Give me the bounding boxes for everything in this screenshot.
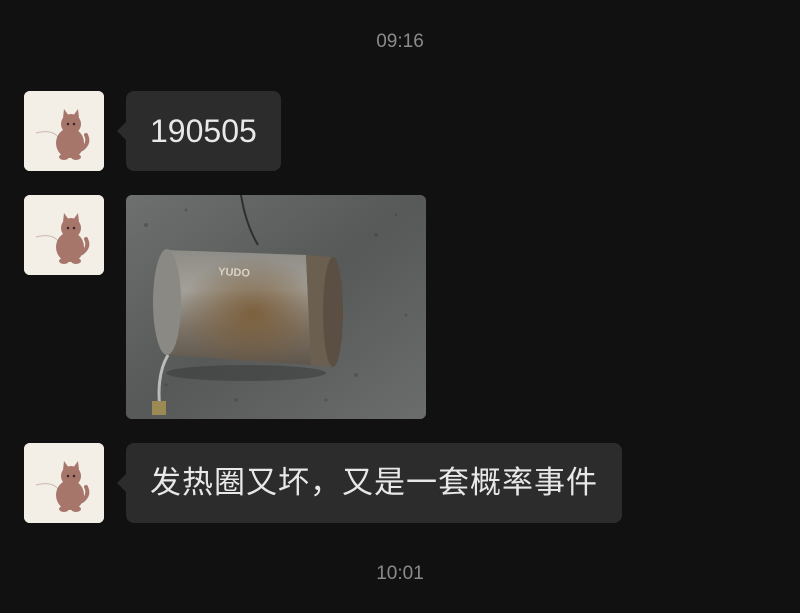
cat-avatar-icon (24, 195, 104, 275)
timestamp-bottom: 10:01 (376, 563, 424, 584)
cat-avatar-icon (24, 443, 104, 523)
message-image[interactable]: YUDO (126, 195, 426, 419)
avatar[interactable] (24, 91, 104, 171)
avatar[interactable] (24, 443, 104, 523)
cylinder-label: YUDO (218, 266, 251, 280)
chat-window: 09:16 190505 YUDO 发热圈又坏，又是一套概率事件 10:01 (0, 0, 800, 613)
timestamp-top: 09:16 (376, 31, 424, 52)
photo-heater-cylinder-icon: YUDO (126, 195, 426, 419)
cat-avatar-icon (24, 91, 104, 171)
message-bubble-text[interactable]: 190505 (117, 91, 281, 171)
avatar[interactable] (24, 195, 104, 275)
message-bubble-text[interactable]: 发热圈又坏，又是一套概率事件 (117, 443, 622, 523)
